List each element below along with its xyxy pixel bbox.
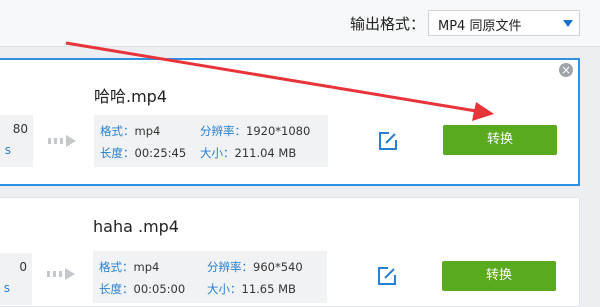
source-resolution-partial: 0 [19, 260, 27, 274]
format-label: 格式： [99, 260, 134, 274]
file-name: haha .mp4 [93, 217, 179, 236]
resolution-field: 分辨率：1920*1080 [200, 123, 310, 139]
output-format-value: MP4 同原文件 [438, 19, 522, 34]
size-field: 大小：11.65 MB [207, 281, 296, 297]
resolution-value: 1920*1080 [246, 124, 311, 138]
convert-arrow-icon [47, 268, 75, 280]
source-size-partial: s [3, 281, 10, 295]
edit-icon[interactable] [377, 266, 397, 286]
output-info-panel: 格式：mp4 分辨率：1920*1080 长度：00:25:45 大小：211.… [94, 115, 328, 167]
close-icon[interactable]: × [559, 63, 573, 77]
resolution-value: 960*540 [253, 260, 303, 274]
resolution-label: 分辨率： [207, 260, 253, 274]
resolution-label: 分辨率： [200, 124, 246, 138]
file-name: 哈哈.mp4 [94, 87, 168, 106]
file-item[interactable]: 0 s haha .mp4 格式：mp4 分辨率：960*540 长度：00:0… [0, 197, 580, 307]
size-value: 211.04 MB [234, 146, 297, 160]
output-format-select[interactable]: MP4 同原文件 [428, 10, 580, 36]
format-field: 格式：mp4 [100, 123, 160, 139]
duration-value: 00:25:45 [134, 146, 187, 160]
edit-icon[interactable] [378, 131, 398, 151]
convert-button[interactable]: 转换 [443, 125, 557, 155]
duration-label: 长度： [100, 146, 135, 160]
resolution-field: 分辨率：960*540 [207, 259, 303, 275]
duration-field: 长度：00:05:00 [99, 281, 185, 297]
duration-field: 长度：00:25:45 [100, 145, 186, 161]
convert-arrow-icon [48, 135, 76, 147]
format-value: mp4 [134, 124, 161, 138]
source-info-panel: 0 s [0, 253, 32, 305]
file-item-selected[interactable]: × 80 s 哈哈.mp4 格式：mp4 分辨率：1920*1080 长度：00… [0, 58, 580, 186]
chevron-down-icon[interactable] [563, 20, 573, 27]
convert-button[interactable]: 转换 [442, 261, 556, 291]
size-label: 大小： [207, 282, 242, 296]
source-resolution-partial: 80 [12, 122, 28, 136]
size-field: 大小：211.04 MB [200, 145, 296, 161]
format-label: 格式： [100, 124, 135, 138]
output-info-panel: 格式：mp4 分辨率：960*540 长度：00:05:00 大小：11.65 … [93, 251, 327, 303]
output-format-label: 输出格式： [350, 15, 426, 33]
size-value: 11.65 MB [241, 282, 296, 296]
source-size-partial: s [4, 143, 11, 157]
format-value: mp4 [133, 260, 160, 274]
source-info-panel: 80 s [0, 115, 33, 167]
duration-value: 00:05:00 [133, 282, 186, 296]
duration-label: 长度： [99, 282, 134, 296]
format-field: 格式：mp4 [99, 259, 159, 275]
toolbar: 输出格式： MP4 同原文件 [0, 0, 600, 47]
size-label: 大小： [200, 146, 235, 160]
